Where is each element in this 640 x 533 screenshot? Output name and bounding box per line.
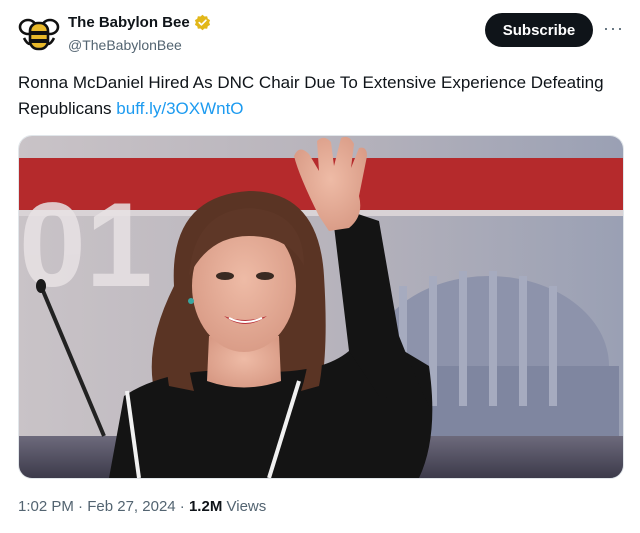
account-name-row[interactable]: The Babylon Bee	[68, 14, 211, 31]
bee-logo-icon[interactable]	[18, 14, 60, 56]
display-name[interactable]: The Babylon Bee	[68, 14, 190, 31]
views-label: Views	[226, 498, 267, 515]
subscribe-button[interactable]: Subscribe	[485, 13, 593, 47]
more-options-icon[interactable]: ···	[603, 18, 624, 39]
tweet-body: Ronna McDaniel Hired As DNC Chair Due To…	[18, 73, 604, 118]
tweet-date[interactable]: Feb 27, 2024	[87, 498, 175, 515]
meta-separator: ·	[78, 498, 84, 515]
views-count: 1.2M	[188, 498, 223, 515]
tweet-link[interactable]: buff.ly/3OXWntO	[116, 99, 243, 118]
tweet-text: Ronna McDaniel Hired As DNC Chair Due To…	[18, 70, 608, 122]
meta-separator: ·	[179, 498, 185, 515]
account-handle[interactable]: @TheBabylonBee	[68, 37, 182, 53]
tweet-time[interactable]: 1:02 PM	[18, 498, 74, 515]
tweet-photo[interactable]: 01	[18, 135, 624, 479]
tweet-meta: 1:02 PM · Feb 27, 2024 · 1.2M Views	[18, 498, 266, 515]
verified-badge-icon	[194, 14, 210, 31]
photo-illustration: 01	[19, 136, 623, 478]
